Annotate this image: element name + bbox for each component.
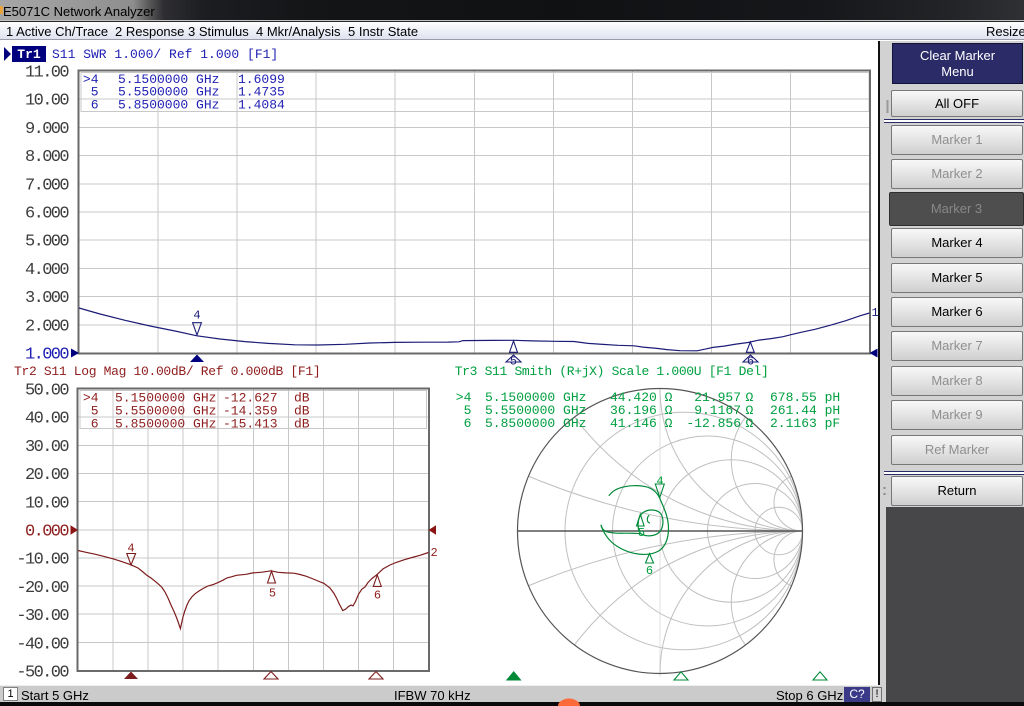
svg-text:6: 6 xyxy=(646,564,653,578)
svg-text:-10.00: -10.00 xyxy=(16,551,69,570)
svg-text:9.000: 9.000 xyxy=(25,120,69,139)
svg-text:3.000: 3.000 xyxy=(25,289,69,308)
svg-text:6: 6 xyxy=(374,589,381,603)
svg-text:1.4084: 1.4084 xyxy=(238,97,285,112)
svg-text:5: 5 xyxy=(269,587,276,601)
svg-text:6.000: 6.000 xyxy=(25,205,69,224)
svg-text:-40.00: -40.00 xyxy=(16,635,69,654)
svg-text:40.00: 40.00 xyxy=(25,410,69,429)
svg-text:1: 1 xyxy=(872,306,879,320)
svg-text:5.8500000 GHz: 5.8500000 GHz xyxy=(118,97,219,112)
svg-text:-50.00: -50.00 xyxy=(16,664,69,683)
svg-text:-20.00: -20.00 xyxy=(16,579,69,598)
svg-text:6: 6 xyxy=(464,416,472,431)
svg-text:4: 4 xyxy=(127,542,134,556)
svg-text:dB: dB xyxy=(294,416,310,431)
svg-text:20.00: 20.00 xyxy=(25,466,69,485)
svg-text:6: 6 xyxy=(91,97,99,112)
svg-text:7.000: 7.000 xyxy=(25,176,69,195)
svg-text:2: 2 xyxy=(431,546,438,560)
svg-text:41.146 Ω: 41.146 Ω xyxy=(610,416,673,431)
svg-text:4.000: 4.000 xyxy=(25,261,69,280)
svg-text:5.000: 5.000 xyxy=(25,233,69,252)
svg-text:2.1163 pF: 2.1163 pF xyxy=(770,416,840,431)
svg-text:Tr1: Tr1 xyxy=(17,47,41,62)
svg-text:6: 6 xyxy=(91,416,99,431)
svg-text:8.000: 8.000 xyxy=(25,148,69,167)
svg-text:30.00: 30.00 xyxy=(25,438,69,457)
svg-text:4: 4 xyxy=(193,309,200,323)
svg-text:10.00: 10.00 xyxy=(25,92,69,111)
svg-text:10.00: 10.00 xyxy=(25,494,69,513)
svg-text:5: 5 xyxy=(638,526,645,540)
svg-text:1.000: 1.000 xyxy=(25,346,69,365)
svg-text:Tr3 S11 Smith (R+jX) Scale 1.0: Tr3 S11 Smith (R+jX) Scale 1.000U [F1 De… xyxy=(455,364,769,379)
svg-text:-15.413: -15.413 xyxy=(223,416,278,431)
svg-text:S11 SWR 1.000/ Ref 1.000 [F1]: S11 SWR 1.000/ Ref 1.000 [F1] xyxy=(52,47,278,62)
svg-text:50.00: 50.00 xyxy=(25,382,69,401)
svg-text:5.8500000 GHz: 5.8500000 GHz xyxy=(485,416,586,431)
svg-text:11.00: 11.00 xyxy=(25,64,69,83)
svg-text:4: 4 xyxy=(656,475,663,489)
svg-text:5.8500000 GHz: 5.8500000 GHz xyxy=(115,416,216,431)
svg-text:-12.856: -12.856 xyxy=(686,416,741,431)
svg-text:0.000: 0.000 xyxy=(25,523,69,542)
svg-text:2.000: 2.000 xyxy=(25,317,69,336)
svg-text:Ω: Ω xyxy=(746,416,754,431)
svg-text:Tr2 S11 Log Mag 10.00dB/ Ref 0: Tr2 S11 Log Mag 10.00dB/ Ref 0.000dB [F1… xyxy=(14,364,320,379)
svg-text:-30.00: -30.00 xyxy=(16,607,69,626)
